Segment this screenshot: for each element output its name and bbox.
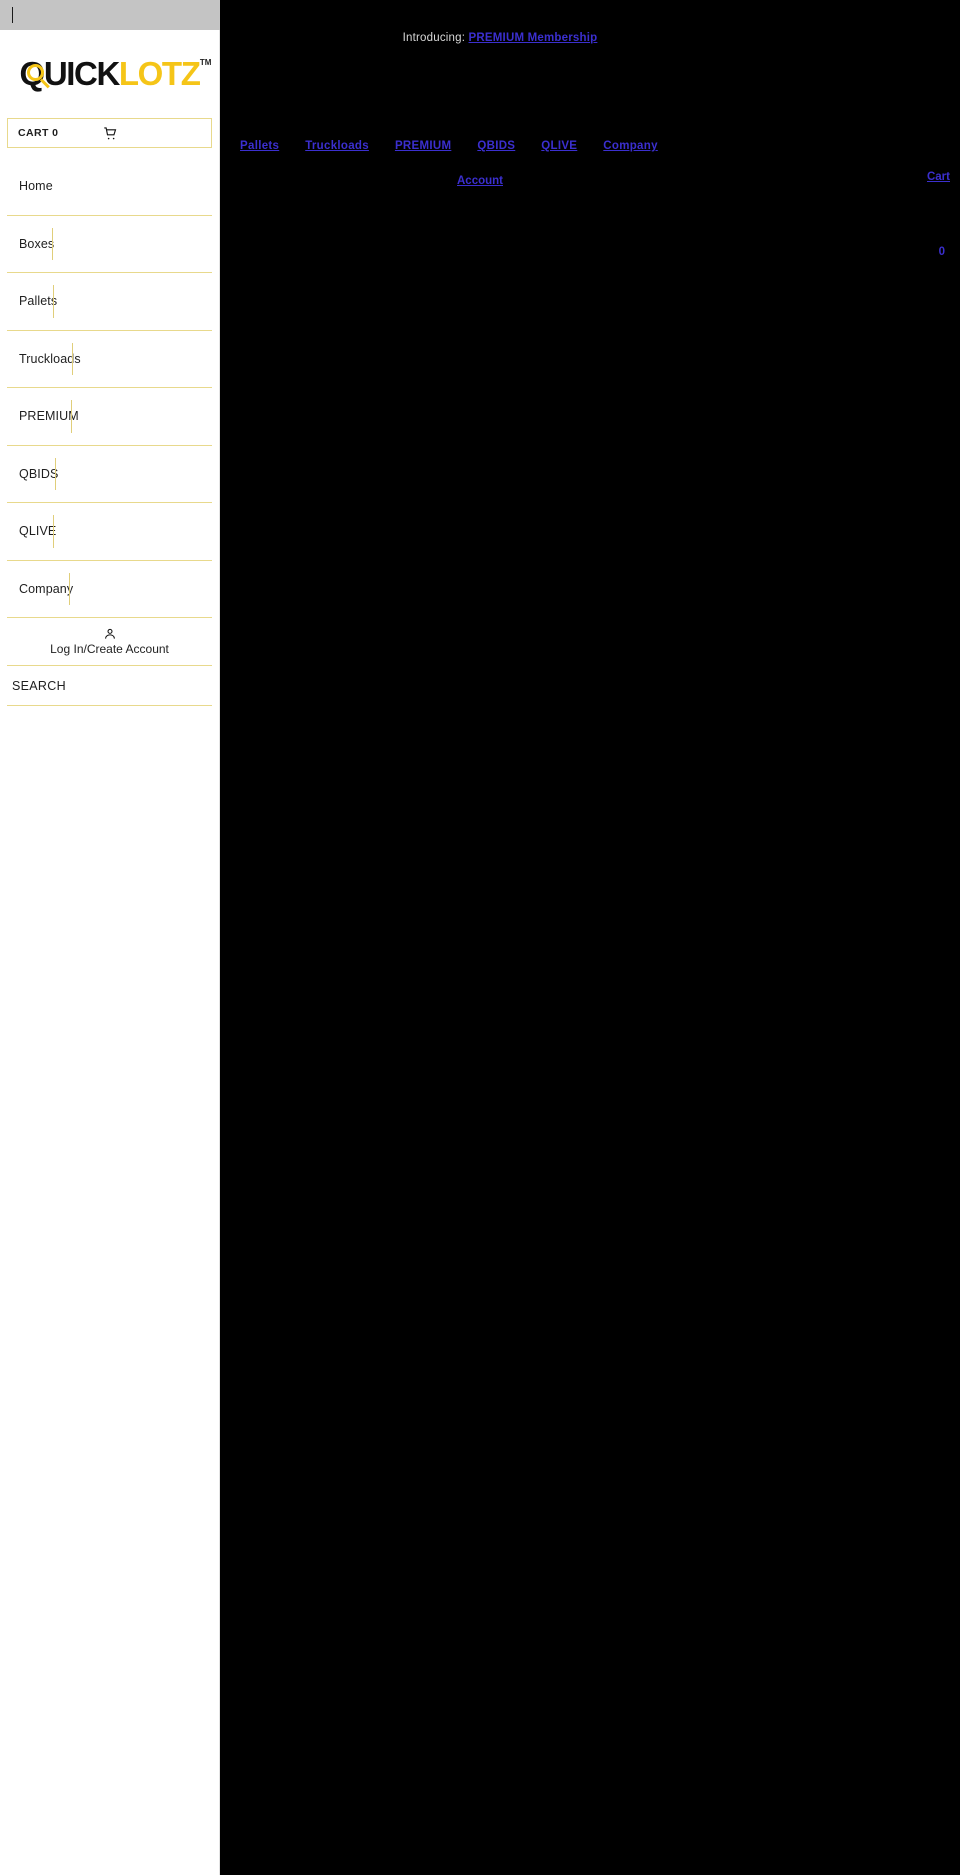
submenu-divider[interactable]: [72, 342, 73, 375]
menu-item-label: QLIVE: [19, 524, 57, 539]
page-root: Introducing: PREMIUM Membership Boxes Pa…: [0, 0, 960, 1875]
nav-link-truckloads[interactable]: Truckloads: [305, 140, 369, 152]
trademark-symbol: TM: [199, 57, 212, 67]
shopping-cart-icon: [103, 126, 118, 141]
menu-item-label: PREMIUM: [19, 409, 79, 424]
text-cursor-icon: [12, 7, 13, 23]
drawer-search-label: SEARCH: [12, 678, 66, 693]
login-create-account-button[interactable]: Log In/Create Account: [7, 618, 212, 666]
page-background: [220, 0, 960, 1875]
announcement-link[interactable]: PREMIUM Membership: [469, 32, 598, 44]
drawer-search-button[interactable]: SEARCH: [7, 666, 212, 706]
submenu-divider[interactable]: [52, 227, 53, 260]
logo-q-letter: Q: [19, 54, 46, 92]
submenu-divider[interactable]: [55, 457, 56, 490]
menu-item-qlive[interactable]: QLIVE: [7, 503, 212, 561]
drawer-cart-label: CART 0: [18, 127, 59, 139]
person-icon: [103, 627, 117, 641]
announcement-bar: Introducing: PREMIUM Membership: [220, 32, 780, 44]
menu-item-home[interactable]: Home: [7, 158, 212, 216]
login-create-account-label: Log In/Create Account: [50, 642, 169, 656]
menu-item-label: QBIDS: [19, 466, 59, 481]
cart-count-badge: 0: [938, 246, 945, 258]
logo-lotz-text: LOTZ: [118, 54, 201, 92]
menu-item-qbids[interactable]: QBIDS: [7, 446, 212, 503]
nav-link-qlive[interactable]: QLIVE: [541, 140, 577, 152]
nav-link-company[interactable]: Company: [603, 140, 658, 152]
menu-item-label: Pallets: [19, 294, 58, 309]
drawer-cart-button[interactable]: CART 0: [7, 118, 212, 148]
sidebar-drawer: QUICKLOTZ TM CART 0 Home Boxes Pallets T…: [0, 30, 220, 1875]
cart-link[interactable]: Cart: [927, 171, 950, 183]
submenu-divider[interactable]: [53, 515, 54, 548]
menu-item-label: Home: [19, 179, 53, 194]
site-logo[interactable]: QUICKLOTZ TM: [0, 30, 219, 110]
account-link[interactable]: Account: [457, 175, 503, 187]
menu-item-boxes[interactable]: Boxes: [7, 216, 212, 273]
logo-quick-text: UICK: [43, 54, 120, 92]
main-navigation: Boxes Pallets Truckloads PREMIUM QBIDS Q…: [200, 140, 680, 152]
nav-link-premium[interactable]: PREMIUM: [395, 140, 451, 152]
submenu-divider[interactable]: [71, 400, 72, 433]
menu-item-label: Boxes: [19, 236, 55, 251]
submenu-divider[interactable]: [69, 572, 70, 605]
nav-link-pallets[interactable]: Pallets: [240, 140, 279, 152]
drawer-menu: Home Boxes Pallets Truckloads PREMIUM QB…: [0, 158, 219, 706]
menu-item-truckloads[interactable]: Truckloads: [7, 331, 212, 388]
announcement-lead: Introducing:: [402, 32, 466, 44]
menu-item-label: Company: [19, 581, 74, 596]
menu-item-company[interactable]: Company: [7, 561, 212, 618]
nav-link-qbids[interactable]: QBIDS: [477, 140, 515, 152]
submenu-divider[interactable]: [53, 285, 54, 318]
menu-item-pallets[interactable]: Pallets: [7, 273, 212, 331]
menu-item-premium[interactable]: PREMIUM: [7, 388, 212, 446]
browser-top-bar: [0, 0, 220, 30]
